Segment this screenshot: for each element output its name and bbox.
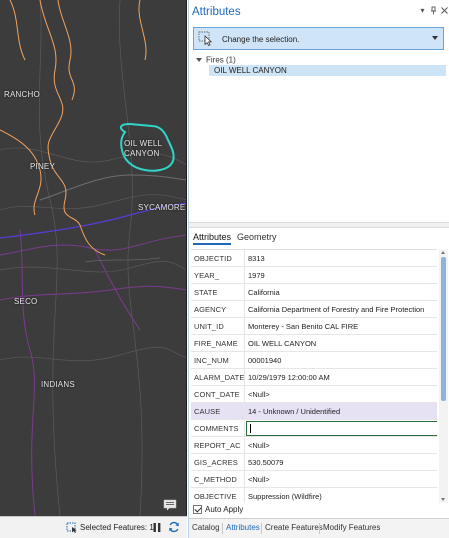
attribute-row[interactable]: C_METHOD <Null>: [191, 471, 437, 488]
select-cursor-icon: [198, 31, 213, 46]
selector-label: Change the selection.: [222, 35, 300, 44]
attributes-pane: Attributes ▾ Change the selection. Fires…: [188, 0, 449, 538]
field-name: AGENCY: [194, 305, 227, 314]
attribute-subtabs: Attributes Geometry: [189, 229, 449, 247]
tab-geometry[interactable]: Geometry: [237, 232, 277, 242]
tree-group-label: Fires (1): [206, 55, 236, 65]
field-name: C_METHOD: [194, 475, 237, 484]
attribute-row[interactable]: YEAR_ 1979: [191, 267, 437, 284]
attribute-row[interactable]: REPORT_AC <Null>: [191, 437, 437, 454]
field-value[interactable]: 00001940: [248, 356, 281, 365]
selected-features-count[interactable]: Selected Features: 1: [80, 523, 154, 532]
attribute-row[interactable]: GIS_ACRES 530.50079: [191, 454, 437, 471]
tab-attributes[interactable]: Attributes: [193, 232, 232, 245]
field-value[interactable]: <Null>: [248, 390, 270, 399]
map-canvas[interactable]: [0, 0, 187, 516]
map-label-piney: PINEY: [30, 162, 56, 171]
bottom-tab-strip: Catalog Attributes Create Features Modif…: [189, 518, 449, 538]
field-value[interactable]: 8313: [248, 254, 265, 263]
pin-icon[interactable]: [429, 6, 438, 15]
attribute-row[interactable]: AGENCY California Department of Forestry …: [191, 301, 437, 318]
selection-tree: Fires (1) OIL WELL CANYON: [193, 52, 446, 220]
field-name: STATE: [194, 288, 218, 297]
field-value[interactable]: California: [248, 288, 280, 297]
expand-caret-icon[interactable]: [196, 57, 202, 62]
tab-catalog[interactable]: Catalog: [192, 523, 220, 532]
map-label-rancho: RANCHO: [4, 90, 40, 99]
scroll-down-icon[interactable]: [441, 498, 445, 501]
close-icon[interactable]: [440, 6, 449, 15]
pause-icon[interactable]: [152, 522, 162, 533]
map-label-indians: INDIANS: [41, 380, 75, 389]
field-value[interactable]: 530.50079: [248, 458, 283, 467]
attribute-row[interactable]: CAUSE 14 - Unknown / Unidentified: [191, 403, 437, 420]
field-name: REPORT_AC: [194, 441, 241, 450]
map-view[interactable]: RANCHO OIL WELL CANYON PINEY SYCAMORE SE…: [0, 0, 187, 516]
attribute-row[interactable]: OBJECTIVE Suppression (Wildfire): [191, 488, 437, 503]
field-value[interactable]: California Department of Forestry and Fi…: [248, 305, 424, 314]
pane-title: Attributes: [192, 6, 241, 18]
field-name: ALARM_DATE: [194, 373, 245, 382]
field-name: OBJECTID: [194, 254, 232, 263]
attribute-row[interactable]: ALARM_DATE 10/29/1979 12:00:00 AM: [191, 369, 437, 386]
attribute-row[interactable]: FIRE_NAME OIL WELL CANYON: [191, 335, 437, 352]
map-label-oil-well-canyon: OIL WELL CANYON: [124, 139, 162, 158]
auto-apply-checkbox[interactable]: [193, 505, 202, 515]
change-selection-dropdown[interactable]: Change the selection.: [193, 27, 444, 50]
field-value[interactable]: 10/29/1979 12:00:00 AM: [248, 373, 330, 382]
field-value[interactable]: <Null>: [248, 475, 270, 484]
field-name: COMMENTS: [194, 424, 239, 433]
dropdown-icon[interactable]: ▾: [418, 6, 427, 15]
map-notes-icon[interactable]: [163, 499, 177, 511]
field-name: GIS_ACRES: [194, 458, 238, 467]
pane-splitter[interactable]: [189, 222, 449, 228]
field-value[interactable]: 1979: [248, 271, 265, 280]
auto-apply-label: Auto Apply: [205, 505, 244, 515]
refresh-icon[interactable]: [168, 521, 180, 533]
field-value[interactable]: OIL WELL CANYON: [248, 339, 316, 348]
scroll-up-icon[interactable]: [441, 251, 445, 254]
tab-modify-features[interactable]: Modify Features: [323, 523, 380, 532]
map-status-bar: Selected Features: 1: [0, 516, 187, 538]
scrollbar-thumb[interactable]: [441, 257, 446, 401]
tab-attributes-bottom[interactable]: Attributes: [226, 523, 260, 532]
field-name: FIRE_NAME: [194, 339, 238, 348]
comments-edit-field[interactable]: [246, 421, 437, 436]
field-value[interactable]: Suppression (Wildfire): [248, 492, 322, 501]
field-name: UNIT_ID: [194, 322, 224, 331]
chevron-down-icon: [432, 36, 438, 40]
selection-icon: [66, 522, 77, 533]
field-name: CAUSE: [194, 407, 221, 416]
field-name: CONT_DATE: [194, 390, 240, 399]
map-label-sycamore: SYCAMORE: [138, 203, 186, 212]
attribute-row[interactable]: UNIT_ID Monterey - San Benito CAL FIRE: [191, 318, 437, 335]
attribute-grid-scrollbar[interactable]: [439, 249, 448, 503]
map-label-seco: SECO: [14, 297, 38, 306]
auto-apply-toggle[interactable]: Auto Apply: [193, 505, 243, 517]
tab-create-features[interactable]: Create Features: [265, 523, 323, 532]
attribute-row[interactable]: COMMENTS: [191, 420, 437, 437]
attribute-row[interactable]: INC_NUM 00001940: [191, 352, 437, 369]
field-value[interactable]: Monterey - San Benito CAL FIRE: [248, 322, 358, 331]
field-name: INC_NUM: [194, 356, 229, 365]
field-name: YEAR_: [194, 271, 220, 280]
field-value[interactable]: 14 - Unknown / Unidentified: [248, 407, 340, 416]
field-name: OBJECTIVE: [194, 492, 237, 501]
pane-header: Attributes ▾: [189, 0, 449, 24]
attribute-row[interactable]: OBJECTID 8313: [191, 250, 437, 267]
tree-item-selected[interactable]: OIL WELL CANYON: [209, 65, 446, 76]
attribute-grid: OBJECTID 8313 YEAR_ 1979 STATE California AGEN…: [191, 249, 437, 503]
attribute-row[interactable]: STATE California: [191, 284, 437, 301]
attribute-row[interactable]: CONT_DATE <Null>: [191, 386, 437, 403]
field-value[interactable]: <Null>: [248, 441, 270, 450]
